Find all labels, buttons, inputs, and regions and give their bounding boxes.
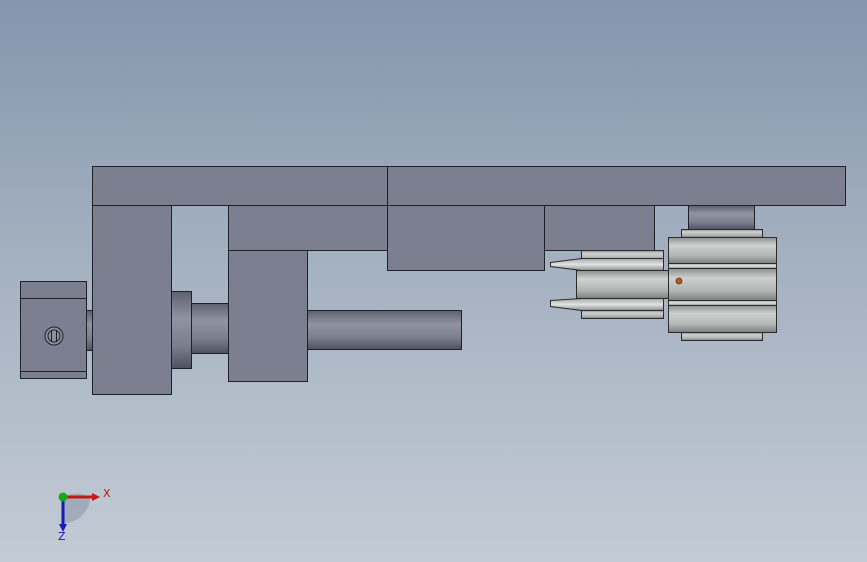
- x-axis-arrowhead: [92, 493, 100, 501]
- right-block-small[interactable]: [544, 205, 655, 251]
- triad-z-label: Z: [58, 530, 66, 543]
- roller-axle-post[interactable]: [688, 205, 755, 230]
- left-vertical-bracket[interactable]: [92, 205, 172, 395]
- left-shaft-stub[interactable]: [86, 310, 93, 351]
- right-block-large[interactable]: [387, 205, 545, 271]
- cad-model-assembly[interactable]: [0, 0, 867, 562]
- triad-x-label: X: [103, 487, 111, 500]
- screw-head-icon: [44, 326, 64, 346]
- output-shaft[interactable]: [307, 310, 462, 350]
- main-roller[interactable]: [668, 229, 777, 341]
- idler-pulley[interactable]: [550, 250, 669, 319]
- top-plate-right[interactable]: [387, 166, 846, 206]
- set-screw-marker[interactable]: [675, 277, 683, 285]
- middle-bracket-lower[interactable]: [228, 250, 308, 382]
- shaft-collar[interactable]: [171, 291, 192, 369]
- top-plate-left[interactable]: [92, 166, 388, 206]
- y-axis-dot: [58, 492, 68, 502]
- middle-bracket-upper[interactable]: [228, 205, 388, 251]
- shaft-middle[interactable]: [191, 303, 229, 354]
- graphics-viewport[interactable]: X Z: [0, 0, 867, 562]
- reference-triad: [58, 492, 100, 532]
